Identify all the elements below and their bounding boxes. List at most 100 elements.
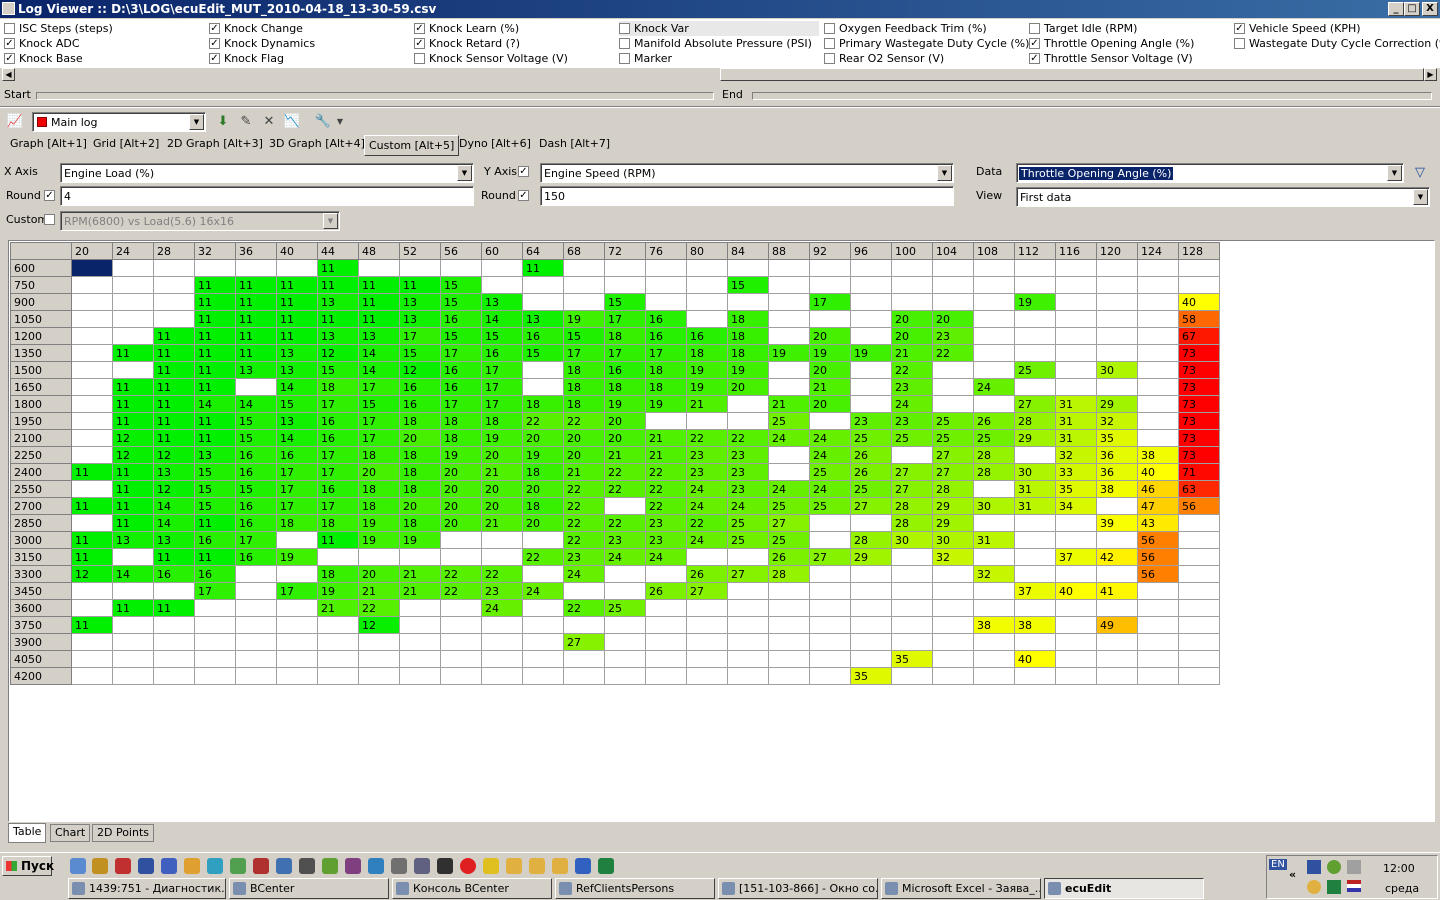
grid-cell[interactable]: 24 — [809, 480, 851, 498]
grid-cell[interactable] — [276, 531, 318, 549]
grid-cell[interactable] — [71, 395, 113, 413]
grid-cell[interactable]: 11 — [317, 276, 359, 294]
grid-cell[interactable]: 11 — [153, 412, 195, 430]
grid-cell[interactable]: 21 — [317, 599, 359, 617]
log-select[interactable]: Main log ▼ — [32, 112, 206, 132]
app-icon[interactable] — [184, 858, 200, 874]
grid-cell[interactable]: 16 — [235, 548, 277, 566]
grid-cell[interactable] — [1137, 429, 1179, 447]
grid-cell[interactable] — [440, 259, 482, 277]
grid-cell[interactable]: 18 — [481, 412, 523, 430]
grid-cell[interactable]: 28 — [891, 514, 933, 532]
grid-cell[interactable]: 20 — [440, 497, 482, 515]
grid-cell[interactable] — [153, 650, 195, 668]
grid-cell[interactable]: 23 — [686, 463, 728, 481]
grid-cell[interactable]: 13 — [399, 293, 441, 311]
grid-cell[interactable] — [317, 548, 359, 566]
grid-cell[interactable]: 22 — [563, 599, 605, 617]
grid-cell[interactable]: 24 — [973, 378, 1015, 396]
grid-cell[interactable]: 31 — [1014, 480, 1056, 498]
grid-cell[interactable]: 12 — [399, 361, 441, 379]
grid-cell[interactable]: 11 — [235, 327, 277, 345]
grid-cell[interactable]: 11 — [194, 276, 236, 294]
grid-cell[interactable] — [522, 667, 564, 685]
grid-cell[interactable] — [481, 531, 523, 549]
taskbar-task[interactable]: RefClientsPersons — [555, 878, 715, 899]
grid-cell[interactable] — [645, 633, 687, 651]
grid-cell[interactable]: 17 — [358, 412, 400, 430]
grid-cell[interactable]: 12 — [317, 344, 359, 362]
grid-cell[interactable] — [1055, 276, 1097, 294]
grid-cell[interactable] — [768, 276, 810, 294]
grid-cell[interactable]: 20 — [727, 378, 769, 396]
grid-cell[interactable] — [891, 276, 933, 294]
grid-cell[interactable] — [768, 259, 810, 277]
grid-cell[interactable] — [563, 259, 605, 277]
start-slider[interactable] — [36, 92, 714, 100]
grid-cell[interactable] — [563, 616, 605, 634]
taskbar-task[interactable]: ecuEdit — [1044, 878, 1204, 899]
grid-cell[interactable] — [1014, 327, 1056, 345]
grid-cell[interactable]: 11 — [153, 599, 195, 617]
grid-cell[interactable] — [973, 293, 1015, 311]
grid-cell[interactable] — [317, 650, 359, 668]
grid-cell[interactable]: 73 — [1178, 378, 1220, 396]
grid-cell[interactable]: 30 — [891, 531, 933, 549]
grid-cell[interactable]: 14 — [153, 497, 195, 515]
tab-3d-graph[interactable]: 3D Graph [Alt+4] — [265, 134, 369, 156]
grid-cell[interactable]: 13 — [317, 293, 359, 311]
grid-cell[interactable] — [1178, 276, 1220, 294]
grid-cell[interactable]: 16 — [440, 310, 482, 328]
grid-cell[interactable] — [1137, 327, 1179, 345]
grid-cell[interactable] — [850, 650, 892, 668]
grid-cell[interactable]: 15 — [317, 361, 359, 379]
chevron-down-icon[interactable]: ▼ — [1387, 165, 1402, 181]
tab-graph[interactable]: Graph [Alt+1] — [6, 134, 91, 156]
grid-cell[interactable]: 22 — [440, 582, 482, 600]
grid-cell[interactable] — [850, 582, 892, 600]
grid-cell[interactable]: 22 — [645, 480, 687, 498]
grid-cell[interactable]: 11 — [358, 276, 400, 294]
grid-cell[interactable] — [1137, 361, 1179, 379]
y-axis-select[interactable]: Engine Speed (RPM) ▼ — [540, 163, 954, 183]
grid-cell[interactable] — [522, 361, 564, 379]
channel-knock-var[interactable]: Knock Var — [619, 21, 819, 36]
grid-cell[interactable] — [809, 259, 851, 277]
grid-cell[interactable] — [1055, 531, 1097, 549]
grid-cell[interactable]: 20 — [604, 412, 646, 430]
grid-cell[interactable] — [768, 463, 810, 481]
grid-cell[interactable] — [686, 293, 728, 311]
channel-checkbox[interactable]: ✓ — [4, 53, 15, 64]
grid-cell[interactable]: 20 — [563, 446, 605, 464]
grid-cell[interactable] — [809, 531, 851, 549]
grid-cell[interactable]: 11 — [358, 310, 400, 328]
y-round-input[interactable]: 150 — [540, 186, 954, 206]
grid-cell[interactable]: 27 — [932, 463, 974, 481]
grid-cell[interactable]: 18 — [440, 429, 482, 447]
grid-cell[interactable]: 22 — [686, 429, 728, 447]
grid-cell[interactable]: 37 — [1014, 582, 1056, 600]
grid-cell[interactable]: 23 — [604, 531, 646, 549]
grid-cell[interactable] — [153, 276, 195, 294]
grid-cell[interactable] — [727, 259, 769, 277]
channel-checkbox[interactable]: ✓ — [209, 53, 220, 64]
grid-cell[interactable]: 19 — [727, 361, 769, 379]
grid-cell[interactable] — [153, 310, 195, 328]
grid-cell[interactable]: 38 — [1096, 480, 1138, 498]
grid-cell[interactable] — [112, 548, 154, 566]
grid-cell[interactable]: 17 — [194, 582, 236, 600]
grid-cell[interactable] — [481, 650, 523, 668]
grid-cell[interactable]: 25 — [891, 429, 933, 447]
grid-cell[interactable] — [317, 633, 359, 651]
tab-2d-graph[interactable]: 2D Graph [Alt+3] — [163, 134, 267, 156]
grid-cell[interactable]: 46 — [1137, 480, 1179, 498]
grid-cell[interactable] — [71, 429, 113, 447]
grid-cell[interactable]: 31 — [1055, 412, 1097, 430]
grid-cell[interactable] — [686, 310, 728, 328]
grid-cell[interactable] — [1178, 259, 1220, 277]
grid-cell[interactable]: 16 — [604, 361, 646, 379]
grid-cell[interactable] — [850, 565, 892, 583]
grid-cell[interactable]: 11 — [276, 327, 318, 345]
grid-cell[interactable] — [1055, 310, 1097, 328]
grid-cell[interactable] — [973, 480, 1015, 498]
